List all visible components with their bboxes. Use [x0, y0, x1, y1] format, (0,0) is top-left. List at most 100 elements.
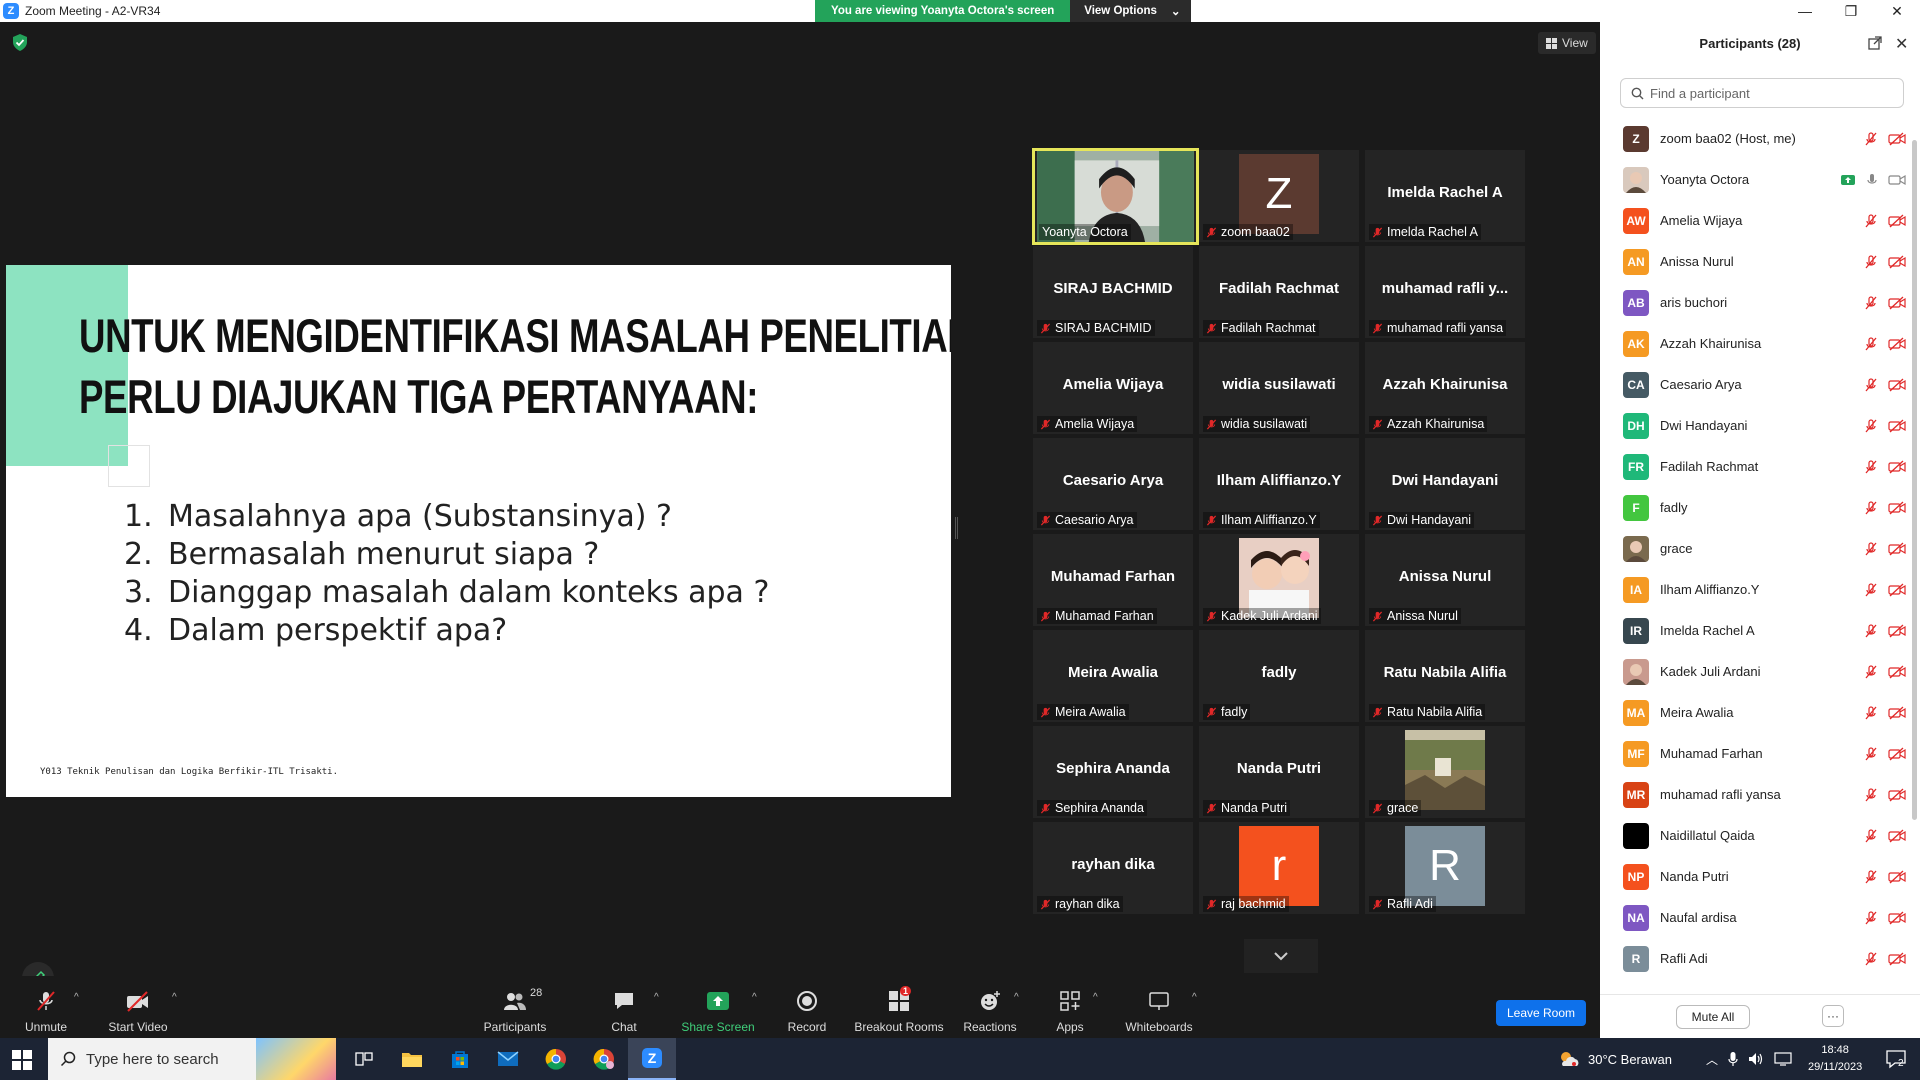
participant-row[interactable]: grace: [1600, 528, 1912, 569]
close-window-button[interactable]: ✕: [1874, 0, 1920, 22]
chat-options-caret[interactable]: ^: [654, 992, 659, 1003]
apps-options-caret[interactable]: ^: [1093, 992, 1098, 1003]
video-tile[interactable]: Caesario Arya Caesario Arya: [1033, 438, 1193, 530]
unmute-button[interactable]: Unmute: [20, 976, 72, 1038]
share-options-caret[interactable]: ^: [752, 992, 757, 1003]
audio-options-caret[interactable]: ^: [74, 992, 79, 1003]
video-tile[interactable]: Ratu Nabila Alifia Ratu Nabila Alifia: [1365, 630, 1525, 722]
participant-row[interactable]: NP Nanda Putri: [1600, 856, 1912, 897]
video-tile[interactable]: Ilham Aliffianzo.Y Ilham Aliffianzo.Y: [1199, 438, 1359, 530]
video-tile[interactable]: Amelia Wijaya Amelia Wijaya: [1033, 342, 1193, 434]
participant-row[interactable]: MF Muhamad Farhan: [1600, 733, 1912, 774]
more-options-button[interactable]: ···: [1822, 1005, 1844, 1027]
minimize-button[interactable]: —: [1782, 0, 1828, 22]
video-tile[interactable]: Fadilah Rachmat Fadilah Rachmat: [1199, 246, 1359, 338]
video-tile[interactable]: Dwi Handayani Dwi Handayani: [1365, 438, 1525, 530]
chrome-icon[interactable]: [532, 1038, 580, 1080]
participant-row[interactable]: DH Dwi Handayani: [1600, 405, 1912, 446]
video-tile[interactable]: Sephira Ananda Sephira Ananda: [1033, 726, 1193, 818]
video-off-icon: [1888, 296, 1906, 309]
reactions-options-caret[interactable]: ^: [1014, 992, 1019, 1003]
participant-row[interactable]: AW Amelia Wijaya: [1600, 200, 1912, 241]
record-button[interactable]: Record: [786, 976, 828, 1038]
security-shield-icon[interactable]: [12, 34, 28, 51]
video-options-caret[interactable]: ^: [172, 992, 177, 1003]
video-tile[interactable]: r raj bachmid: [1199, 822, 1359, 914]
participant-row[interactable]: IA Ilham Aliffianzo.Y: [1600, 569, 1912, 610]
whiteboards-button[interactable]: Whiteboards: [1122, 976, 1196, 1038]
participant-row[interactable]: Ffadly: [1600, 487, 1912, 528]
participant-row[interactable]: AK Azzah Khairunisa: [1600, 323, 1912, 364]
whiteboards-options-caret[interactable]: ^: [1192, 992, 1197, 1003]
mute-all-button[interactable]: Mute All: [1676, 1005, 1750, 1029]
split-view-handle[interactable]: [955, 517, 958, 539]
participant-row[interactable]: CA Caesario Arya: [1600, 364, 1912, 405]
participant-search-input[interactable]: Find a participant: [1620, 78, 1904, 108]
video-tile[interactable]: Muhamad Farhan Muhamad Farhan: [1033, 534, 1193, 626]
gallery-next-page-button[interactable]: [1244, 939, 1318, 973]
task-view-icon[interactable]: [340, 1038, 388, 1080]
participant-status-icons: [1864, 787, 1906, 802]
video-tile[interactable]: Azzah Khairunisa Azzah Khairunisa: [1365, 342, 1525, 434]
view-options-button[interactable]: View Options ⌄: [1070, 0, 1191, 22]
close-panel-icon[interactable]: ✕: [1895, 34, 1908, 54]
video-off-icon: [1888, 829, 1906, 842]
breakout-rooms-button[interactable]: 1 Breakout Rooms: [854, 976, 944, 1038]
video-tile[interactable]: fadly fadly: [1199, 630, 1359, 722]
popout-icon[interactable]: [1868, 36, 1882, 50]
participant-list-scrollbar[interactable]: [1912, 140, 1917, 820]
video-tile[interactable]: SIRAJ BACHMID SIRAJ BACHMID: [1033, 246, 1193, 338]
microsoft-store-icon[interactable]: [436, 1038, 484, 1080]
chrome-profile-icon[interactable]: [580, 1038, 628, 1080]
network-icon[interactable]: [1774, 1052, 1792, 1066]
video-tile[interactable]: Nanda Putri Nanda Putri: [1199, 726, 1359, 818]
video-tile[interactable]: R Rafli Adi: [1365, 822, 1525, 914]
notification-center-icon[interactable]: 2: [1872, 1038, 1920, 1080]
participant-row[interactable]: MR muhamad rafli yansa: [1600, 774, 1912, 815]
participant-row[interactable]: Zzoom baa02 (Host, me): [1600, 118, 1912, 159]
video-tile[interactable]: grace: [1365, 726, 1525, 818]
participant-row[interactable]: Naidillatul Qaida: [1600, 815, 1912, 856]
video-tile[interactable]: Anissa Nurul Anissa Nurul: [1365, 534, 1525, 626]
share-screen-button[interactable]: Share Screen: [681, 976, 755, 1038]
video-tile[interactable]: Imelda Rachel A Imelda Rachel A: [1365, 150, 1525, 242]
start-video-button[interactable]: Start Video: [106, 976, 170, 1038]
video-tile[interactable]: Meira Awalia Meira Awalia: [1033, 630, 1193, 722]
view-layout-button[interactable]: View: [1538, 32, 1596, 54]
tile-display-name: fadly: [1261, 664, 1297, 681]
participant-row[interactable]: FR Fadilah Rachmat: [1600, 446, 1912, 487]
participant-row[interactable]: R Rafli Adi: [1600, 938, 1912, 979]
file-explorer-icon[interactable]: [388, 1038, 436, 1080]
video-tile[interactable]: Zzoom baa02: [1199, 150, 1359, 242]
participant-row[interactable]: NA Naufal ardisa: [1600, 897, 1912, 938]
video-tile[interactable]: rayhan dika rayhan dika: [1033, 822, 1193, 914]
speaker-icon[interactable]: [1748, 1052, 1764, 1066]
zoom-taskbar-icon[interactable]: Z: [628, 1038, 676, 1080]
participant-row[interactable]: AB aris buchori: [1600, 282, 1912, 323]
video-tile[interactable]: muhamad rafli y... muhamad rafli yansa: [1365, 246, 1525, 338]
tile-label-text: Anissa Nurul: [1387, 609, 1458, 623]
restore-button[interactable]: ❐: [1828, 0, 1874, 22]
participant-row[interactable]: AN Anissa Nurul: [1600, 241, 1912, 282]
video-tile[interactable]: Yoanyta Octora: [1032, 148, 1199, 245]
windows-start-icon[interactable]: [12, 1050, 32, 1070]
participants-button[interactable]: 28 Participants: [480, 976, 550, 1038]
participant-row[interactable]: Kadek Juli Ardani: [1600, 651, 1912, 692]
tile-label-text: Sephira Ananda: [1055, 801, 1144, 815]
taskbar-search-box[interactable]: Type here to search: [48, 1038, 336, 1080]
weather-widget[interactable]: 30°C Berawan: [1558, 1038, 1672, 1080]
leave-room-button[interactable]: Leave Room: [1496, 1000, 1586, 1026]
chat-button[interactable]: Chat: [604, 976, 644, 1038]
chevron-up-icon[interactable]: ︿: [1706, 1051, 1718, 1068]
microphone-icon[interactable]: [1728, 1051, 1738, 1067]
apps-button[interactable]: Apps: [1052, 976, 1088, 1038]
mail-icon[interactable]: [484, 1038, 532, 1080]
participant-row[interactable]: IR Imelda Rachel A: [1600, 610, 1912, 651]
participant-row[interactable]: Yoanyta Octora: [1600, 159, 1912, 200]
video-tile[interactable]: widia susilawati widia susilawati: [1199, 342, 1359, 434]
reactions-button[interactable]: Reactions: [962, 976, 1018, 1038]
participant-row[interactable]: MA Meira Awalia: [1600, 692, 1912, 733]
video-tile[interactable]: Kadek Juli Ardani: [1199, 534, 1359, 626]
tile-label-text: Fadilah Rachmat: [1221, 321, 1316, 335]
taskbar-clock[interactable]: 18:48 29/11/2023: [1808, 1042, 1862, 1076]
